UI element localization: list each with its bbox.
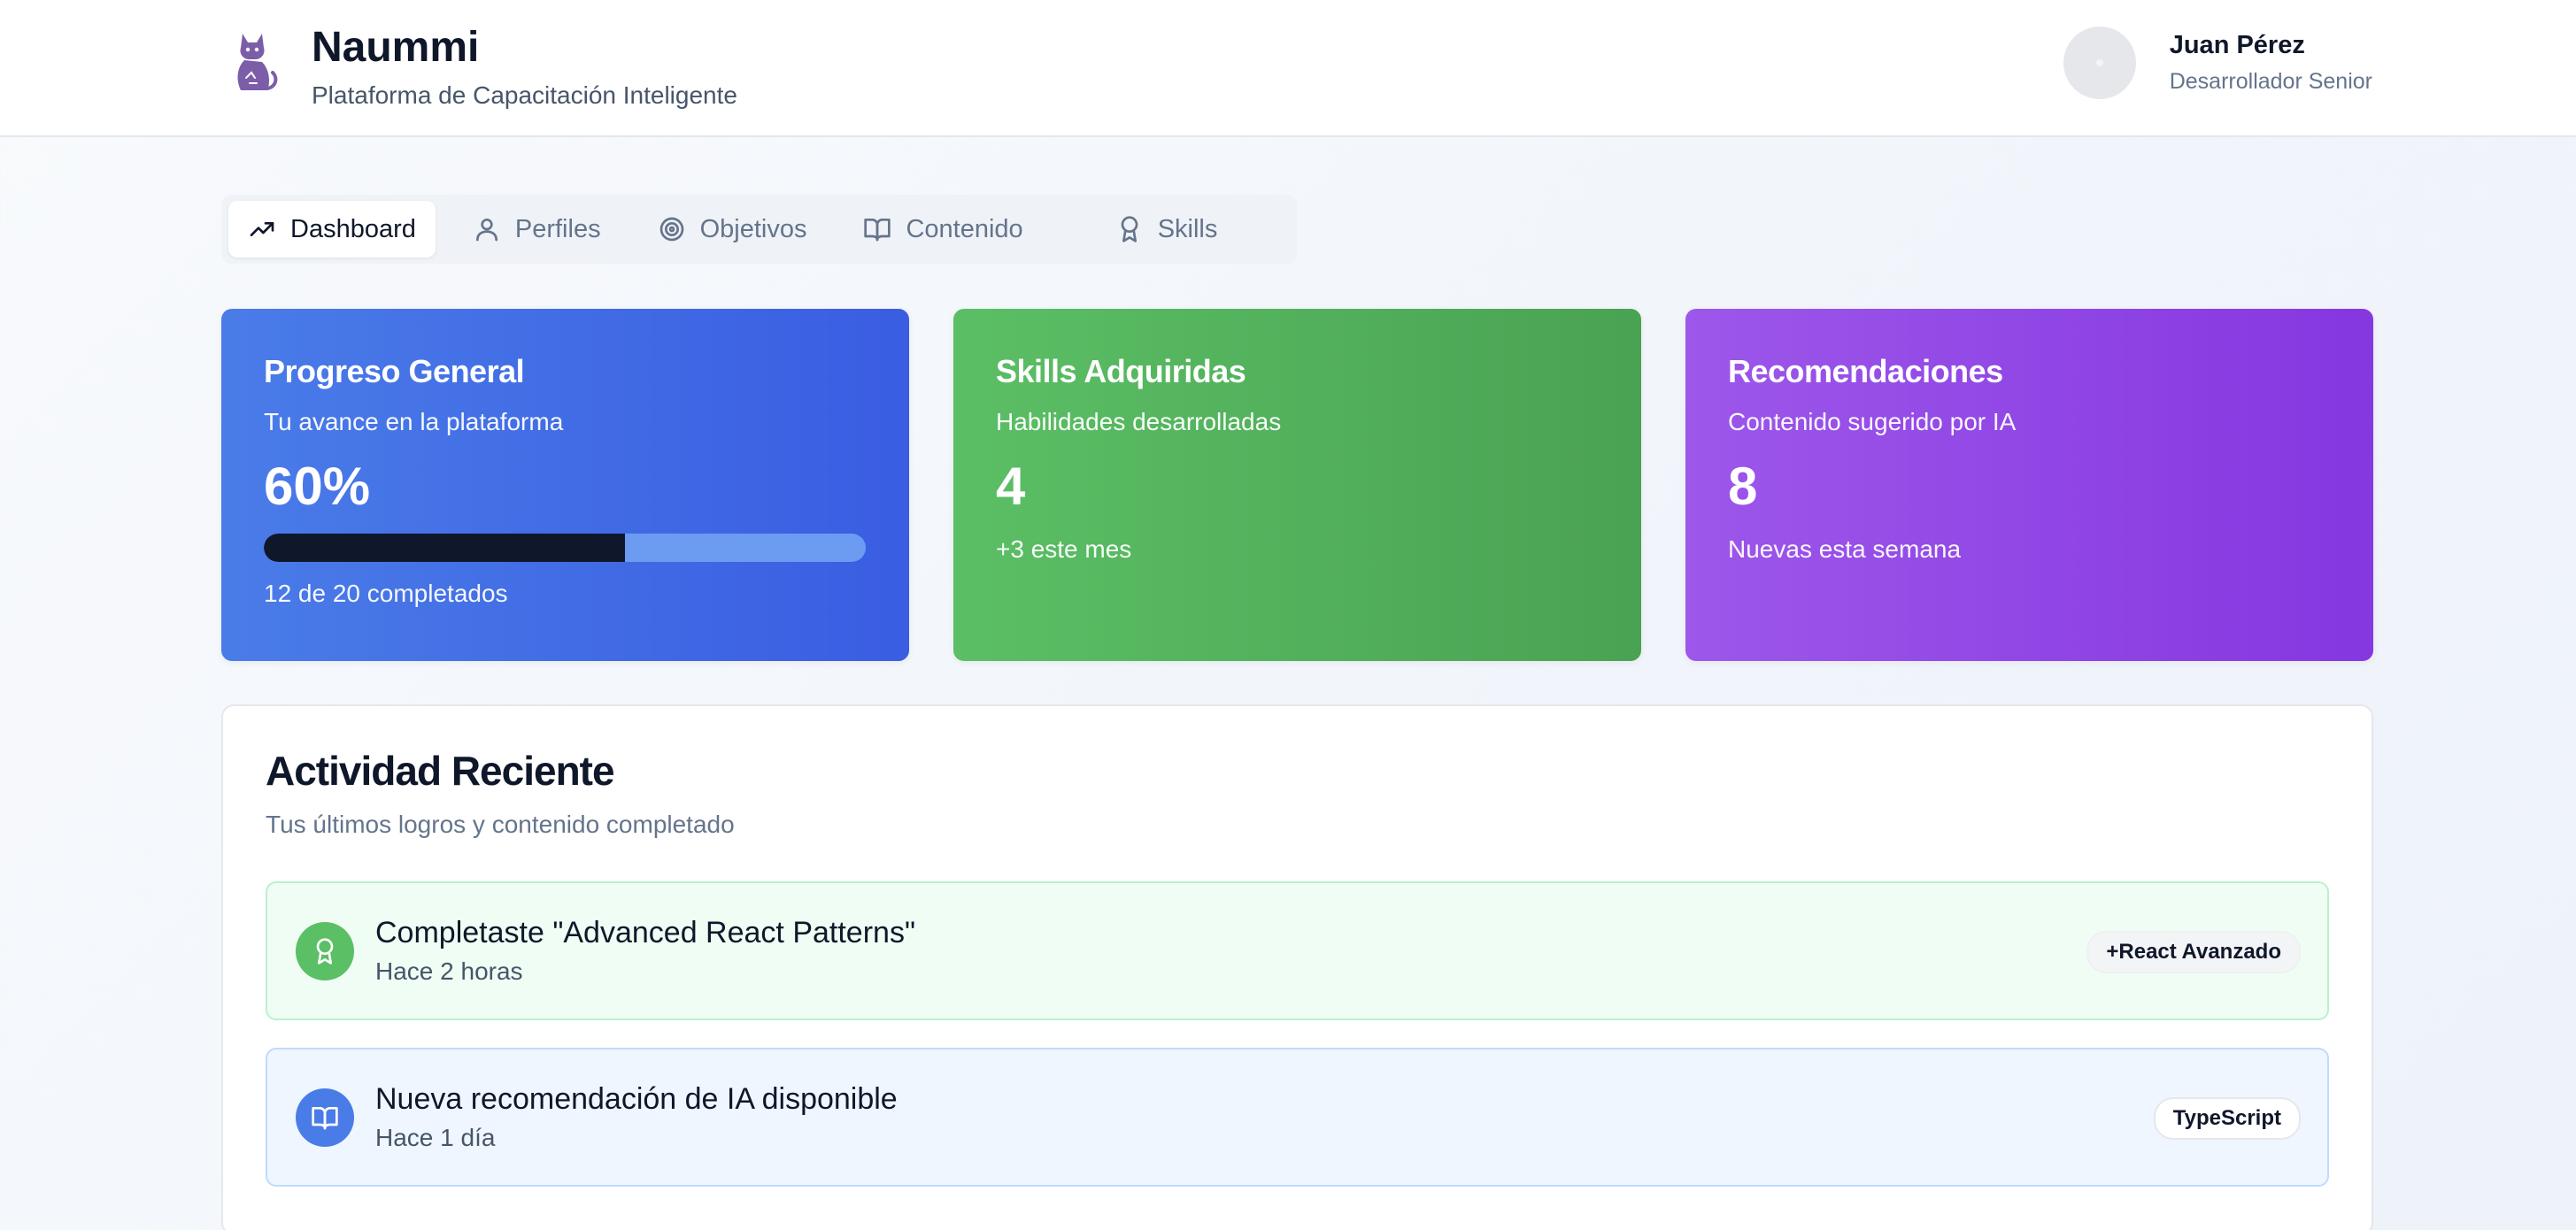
activity-item-time: Hace 1 día bbox=[375, 1124, 496, 1151]
progress-note: 12 de 20 completados bbox=[264, 580, 508, 607]
tab-contenido[interactable]: Contenido bbox=[844, 201, 1042, 258]
card-title: Recomendaciones bbox=[1728, 353, 2003, 389]
activity-title: Actividad Reciente bbox=[266, 748, 615, 794]
card-description: Habilidades desarrolladas bbox=[996, 408, 1282, 435]
user-name: Juan Pérez bbox=[2169, 31, 2305, 59]
tab-label: Perfiles bbox=[514, 214, 601, 243]
tab-skills[interactable]: Skills bbox=[1096, 201, 1238, 258]
activity-item-title: Nueva recomendación de IA disponible bbox=[375, 1082, 898, 1116]
activity-item[interactable]: Nueva recomendación de IA disponible Hac… bbox=[266, 1048, 2329, 1187]
target-icon bbox=[659, 217, 683, 242]
activity-item-time: Hace 2 horas bbox=[375, 957, 523, 985]
award-icon bbox=[296, 921, 354, 980]
skills-note: +3 este mes bbox=[996, 535, 1132, 563]
skill-badge: TypeScript bbox=[2153, 1097, 2301, 1140]
tab-label: Skills bbox=[1157, 214, 1218, 243]
card-title: Skills Adquiridas bbox=[996, 353, 1246, 389]
cat-logo-icon bbox=[237, 34, 278, 90]
recommendations-card: Recomendaciones Contenido sugerido por I… bbox=[1685, 309, 2373, 661]
user-icon bbox=[475, 219, 497, 242]
tab-bar: Dashboard Perfiles Objetivos Contenido S… bbox=[221, 195, 1297, 264]
card-title: Progreso General bbox=[264, 353, 525, 389]
progress-bar-fill bbox=[264, 534, 625, 562]
book-open-icon bbox=[296, 1088, 354, 1147]
tab-perfiles[interactable]: Perfiles bbox=[453, 201, 621, 258]
brand-subtitle: Plataforma de Capacitación Inteligente bbox=[312, 81, 737, 109]
trending-up-icon bbox=[250, 222, 274, 236]
activity-item-title: Completaste "Advanced React Patterns" bbox=[375, 916, 916, 949]
brand-name: Naummi bbox=[312, 24, 480, 71]
activity-subtitle: Tus últimos logros y contenido completad… bbox=[266, 811, 735, 838]
tab-dashboard[interactable]: Dashboard bbox=[228, 201, 436, 258]
recent-activity-panel: Actividad Reciente Tus últimos logros y … bbox=[221, 704, 2373, 1230]
tab-objetivos[interactable]: Objetivos bbox=[638, 201, 827, 258]
activity-item[interactable]: Completaste "Advanced React Patterns" Ha… bbox=[266, 881, 2329, 1020]
tab-label: Objetivos bbox=[699, 214, 807, 243]
progress-card: Progreso General Tu avance en la platafo… bbox=[221, 309, 909, 661]
app-header: Naummi Plataforma de Capacitación Inteli… bbox=[0, 0, 2576, 137]
card-description: Tu avance en la plataforma bbox=[264, 408, 564, 435]
skills-value: 4 bbox=[996, 457, 1026, 516]
award-icon bbox=[1121, 216, 1138, 242]
skills-card: Skills Adquiridas Habilidades desarrolla… bbox=[953, 309, 1641, 661]
tab-label: Contenido bbox=[906, 214, 1023, 243]
book-open-icon bbox=[864, 219, 891, 242]
user-role: Desarrollador Senior bbox=[2169, 69, 2372, 94]
brand: Naummi Plataforma de Capacitación Inteli… bbox=[230, 23, 737, 110]
recommendations-value: 8 bbox=[1728, 457, 1758, 516]
progress-value: 60% bbox=[264, 457, 371, 516]
skill-badge: +React Avanzado bbox=[2086, 931, 2301, 973]
card-description: Contenido sugerido por IA bbox=[1728, 408, 2017, 435]
user-menu[interactable]: Juan Pérez Desarrollador Senior bbox=[2063, 27, 2372, 99]
progress-bar bbox=[264, 534, 866, 562]
recommendations-note: Nuevas esta semana bbox=[1728, 535, 1962, 563]
avatar[interactable] bbox=[2063, 27, 2136, 99]
tab-label: Dashboard bbox=[290, 214, 416, 243]
